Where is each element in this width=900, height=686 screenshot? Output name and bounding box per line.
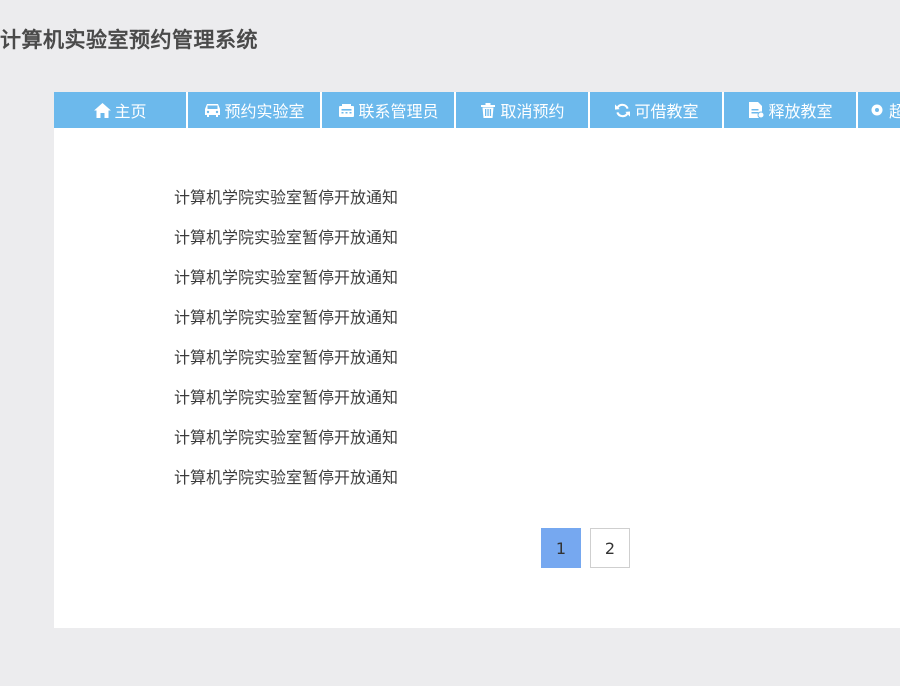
notice-item[interactable]: 计算机学院实验室暂停开放通知 — [174, 466, 398, 506]
nav-item-label: 可借教室 — [634, 102, 699, 121]
pagination: 1 2 — [541, 528, 630, 568]
refresh-icon — [613, 101, 631, 119]
nav-item-label: 释放教室 — [768, 102, 833, 121]
notice-item[interactable]: 计算机学院实验室暂停开放通知 — [174, 186, 398, 226]
notice-item[interactable]: 计算机学院实验室暂停开放通知 — [174, 426, 398, 466]
notice-item[interactable]: 计算机学院实验室暂停开放通知 — [174, 306, 398, 346]
notice-item[interactable]: 计算机学院实验室暂停开放通知 — [174, 386, 398, 426]
main-nav: 主页 预约实验室 联系管理员 取消预约 可借教室 释放教室 超 — [54, 92, 900, 128]
notice-item[interactable]: 计算机学院实验室暂停开放通知 — [174, 346, 398, 386]
main-content: 计算机学院实验室暂停开放通知 计算机学院实验室暂停开放通知 计算机学院实验室暂停… — [54, 128, 900, 628]
nav-item-label: 取消预约 — [500, 102, 565, 121]
home-icon — [93, 101, 111, 119]
page-button-1[interactable]: 1 — [541, 528, 581, 568]
nav-item-label: 联系管理员 — [358, 102, 439, 121]
nav-item-available-rooms[interactable]: 可借教室 — [590, 92, 722, 128]
nav-item-contact-admin[interactable]: 联系管理员 — [322, 92, 454, 128]
page-title: 计算机实验室预约管理系统 — [0, 28, 258, 52]
fax-icon — [337, 101, 355, 119]
nav-item-label: 主页 — [114, 102, 147, 121]
page-button-2[interactable]: 2 — [590, 528, 630, 568]
nav-item-label: 超 — [889, 102, 900, 121]
notice-list: 计算机学院实验室暂停开放通知 计算机学院实验室暂停开放通知 计算机学院实验室暂停… — [174, 186, 398, 506]
notice-item[interactable]: 计算机学院实验室暂停开放通知 — [174, 266, 398, 306]
nav-item-cancel-reservation[interactable]: 取消预约 — [456, 92, 588, 128]
document-icon — [747, 101, 765, 119]
nav-item-reserve-lab[interactable]: 预约实验室 — [188, 92, 320, 128]
nav-item-release-room[interactable]: 释放教室 — [724, 92, 856, 128]
nav-item-home[interactable]: 主页 — [54, 92, 186, 128]
nav-item-label: 预约实验室 — [224, 102, 305, 121]
circle-icon — [868, 101, 886, 119]
notice-item[interactable]: 计算机学院实验室暂停开放通知 — [174, 226, 398, 266]
trash-icon — [479, 101, 497, 119]
nav-item-more[interactable]: 超 — [858, 92, 900, 128]
car-icon — [203, 101, 221, 119]
